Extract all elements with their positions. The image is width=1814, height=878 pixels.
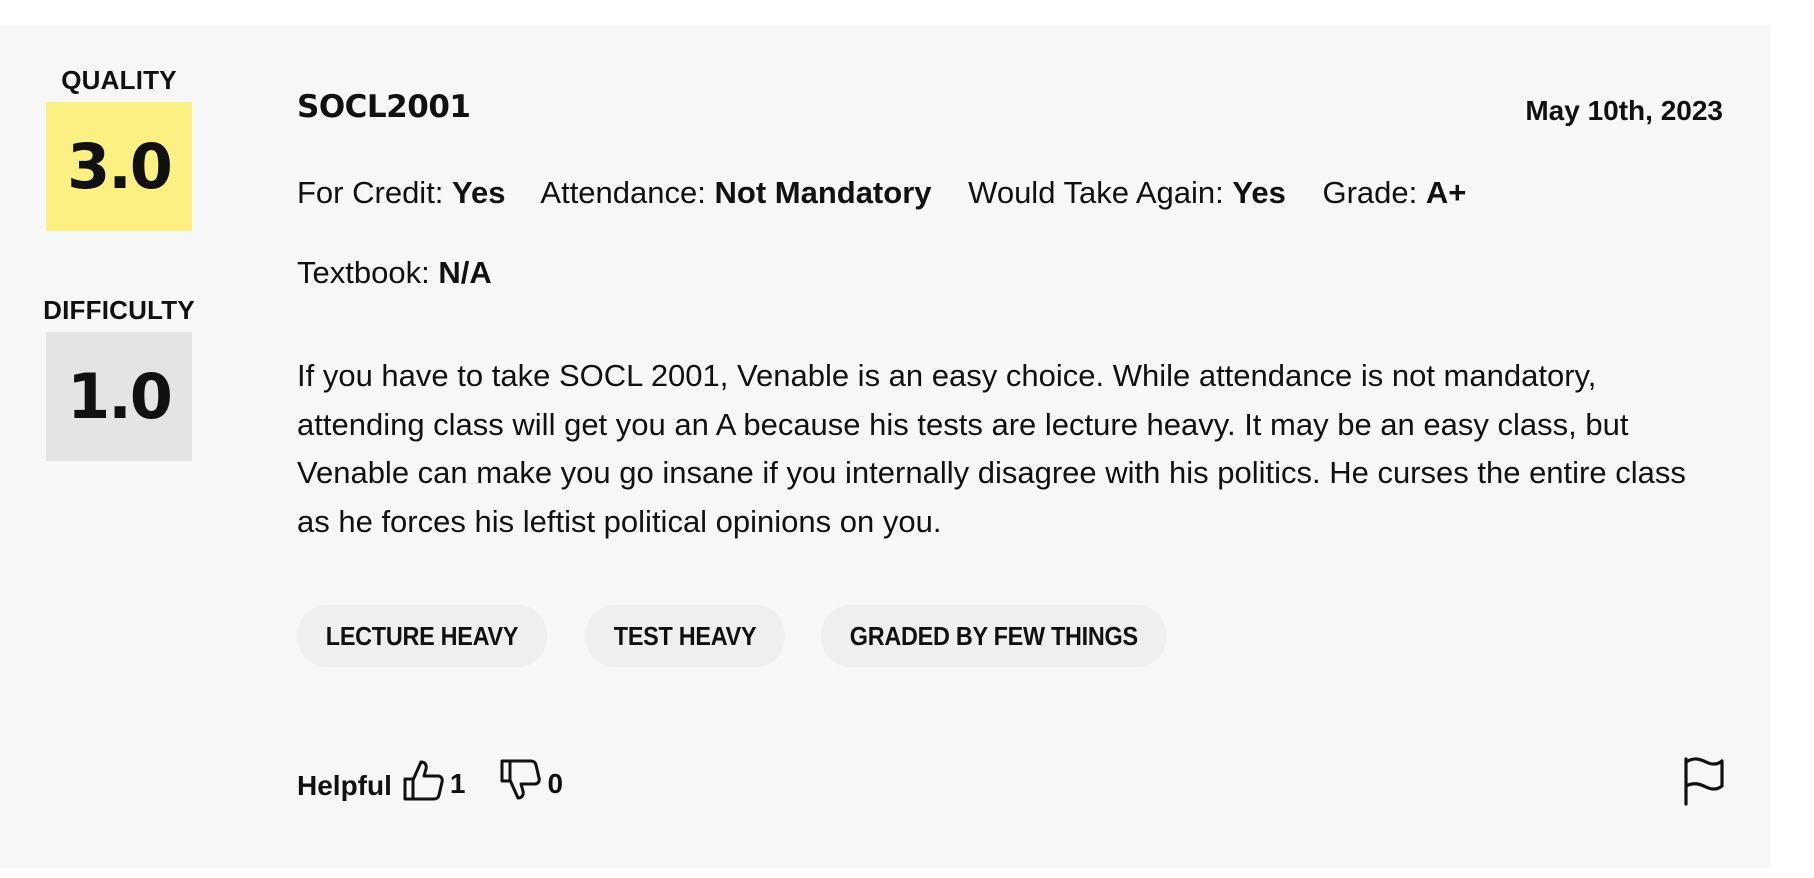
thumbs-up-icon bbox=[403, 760, 444, 801]
quality-rating: QUALITY 3.0 bbox=[46, 65, 192, 231]
difficulty-score: 1.0 bbox=[46, 332, 192, 461]
review-comment: If you have to take SOCL 2001, Venable i… bbox=[297, 358, 1686, 539]
thumbs-up-count: 1 bbox=[449, 768, 466, 799]
meta-textbook: Textbook: N/A bbox=[297, 255, 492, 290]
meta-grade: Grade: A+ bbox=[1322, 175, 1467, 210]
flag-icon bbox=[1684, 757, 1724, 806]
quality-label: QUALITY bbox=[61, 65, 177, 95]
review-date: May 10th, 2023 bbox=[1525, 95, 1723, 126]
quality-score: 3.0 bbox=[46, 102, 192, 231]
tag-graded-by-few-things: GRADED BY FEW THINGS bbox=[821, 605, 1167, 667]
difficulty-rating: DIFFICULTY 1.0 bbox=[37, 295, 201, 461]
thumbs-down-icon bbox=[500, 759, 542, 800]
meta-would-take-again: Would Take Again: Yes bbox=[968, 175, 1286, 210]
review-tags: LECTURE HEAVY TEST HEAVY GRADED BY FEW T… bbox=[297, 605, 1205, 667]
review-meta: For Credit: Yes Attendance: Not Mandator… bbox=[297, 175, 1494, 211]
report-flag-button[interactable] bbox=[1678, 755, 1726, 807]
thumbs-down-button[interactable]: 0 bbox=[499, 758, 563, 802]
thumbs-down-count: 0 bbox=[547, 768, 564, 799]
helpful-votes: Helpful 1 0 bbox=[297, 758, 563, 802]
course-code: SOCL2001 bbox=[297, 89, 471, 125]
meta-attendance: Attendance: Not Mandatory bbox=[540, 175, 932, 210]
difficulty-label: DIFFICULTY bbox=[43, 295, 195, 325]
tag-lecture-heavy: LECTURE HEAVY bbox=[297, 605, 547, 667]
helpful-label: Helpful bbox=[297, 770, 392, 801]
thumbs-up-button[interactable]: 1 bbox=[402, 758, 466, 802]
meta-for-credit: For Credit: Yes bbox=[297, 175, 506, 210]
rating-card: QUALITY 3.0 DIFFICULTY 1.0 SOCL2001 May … bbox=[0, 25, 1770, 868]
tag-test-heavy: TEST HEAVY bbox=[584, 605, 785, 667]
